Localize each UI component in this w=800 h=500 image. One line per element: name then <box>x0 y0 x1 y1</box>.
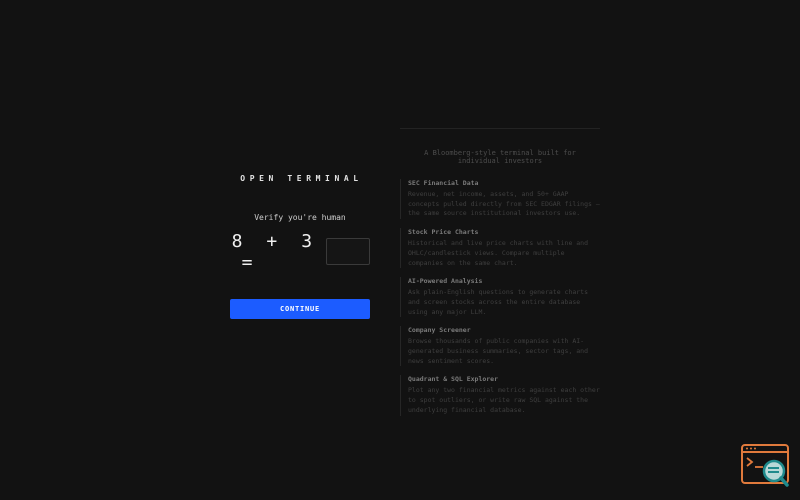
feature-title: Quadrant & SQL Explorer <box>408 375 499 384</box>
feature-item: Stock Price Charts Historical and live p… <box>400 228 600 269</box>
feature-list: SEC Financial Data Revenue, net income, … <box>400 179 600 416</box>
captcha-row: 8 + 3 = <box>230 231 370 273</box>
feature-description: Historical and live price charts with li… <box>408 239 589 267</box>
feature-title: Stock Price Charts <box>408 228 479 237</box>
tagline: A Bloomberg-style terminal built for ind… <box>424 149 576 165</box>
feature-title: Company Screener <box>408 326 471 335</box>
continue-button[interactable]: CONTINUE <box>230 299 370 319</box>
captcha-operand-a: 8 <box>231 230 243 252</box>
captcha-equals: = <box>241 251 253 273</box>
captcha-equation: 8 + 3 = <box>230 231 326 273</box>
divider <box>400 128 600 129</box>
brand-title: OPEN TERMINAL <box>240 174 363 183</box>
terminal-search-graphic <box>741 444 789 487</box>
feature-item: Company Screener Browse thousands of pub… <box>400 326 600 367</box>
feature-item: SEC Financial Data Revenue, net income, … <box>400 179 600 220</box>
feature-description: Ask plain-English questions to generate … <box>408 288 589 316</box>
feature-item: AI-Powered Analysis Ask plain-English qu… <box>400 277 600 318</box>
captcha-operand-b: 3 <box>301 230 313 252</box>
feature-title: AI-Powered Analysis <box>408 277 483 286</box>
feature-title: SEC Financial Data <box>408 179 479 187</box>
feature-description: Browse thousands of public companies wit… <box>408 337 589 365</box>
info-panel: A Bloomberg-style terminal built for ind… <box>400 128 600 425</box>
verification-panel: OPEN TERMINAL Verify you're human 8 + 3 … <box>230 172 370 319</box>
feature-item: Quadrant & SQL Explorer Plot any two fin… <box>400 375 600 416</box>
terminal-search-icon[interactable] <box>741 443 791 489</box>
feature-description: Plot any two financial metrics against e… <box>408 386 600 414</box>
verify-prompt: Verify you're human <box>254 213 346 222</box>
captcha-operator: + <box>266 230 278 252</box>
feature-description: Revenue, net income, assets, and 50+ GAA… <box>408 190 600 218</box>
captcha-answer-input[interactable] <box>326 238 370 265</box>
